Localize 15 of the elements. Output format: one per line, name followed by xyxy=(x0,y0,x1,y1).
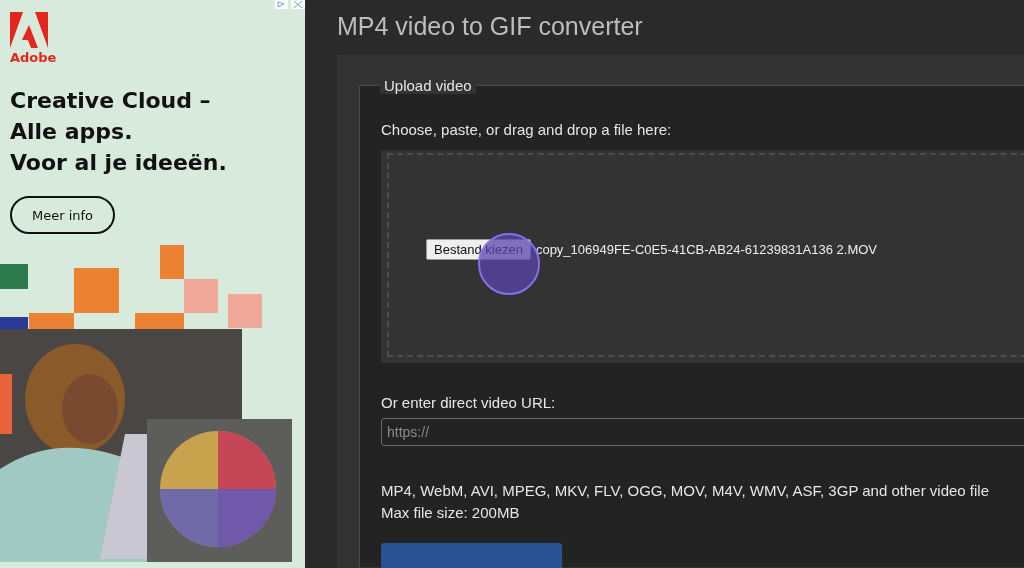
headline-line: Voor al je ideeën. xyxy=(10,149,227,177)
headline-line: Alle apps. xyxy=(10,118,133,146)
max-size-text: Max file size: 200MB xyxy=(381,503,520,523)
upload-instruction: Choose, paste, or drag and drop a file here: xyxy=(381,121,672,138)
url-label: Or enter direct video URL: xyxy=(381,394,556,411)
file-name: copy_106949FE-C0E5-41CB-AB24-61239831A136 2.MOV xyxy=(535,241,877,257)
headline-line: Creative Cloud – xyxy=(10,87,211,115)
more-info-button[interactable]: Meer info xyxy=(10,196,115,234)
page-title: MP4 video to GIF converter xyxy=(337,12,643,41)
logo-icon xyxy=(10,12,48,48)
fieldset-legend: Upload video xyxy=(380,77,476,94)
formats-text: MP4, WebM, AVI, MPEG, MKV, FLV, OGG, MOV, M4V, WMV, ASF, 3GP and other video file xyxy=(381,481,990,501)
adchoices-icon[interactable] xyxy=(275,0,305,9)
url-input[interactable]: https:// xyxy=(381,418,1024,446)
brand-name: Adobe xyxy=(10,50,57,65)
